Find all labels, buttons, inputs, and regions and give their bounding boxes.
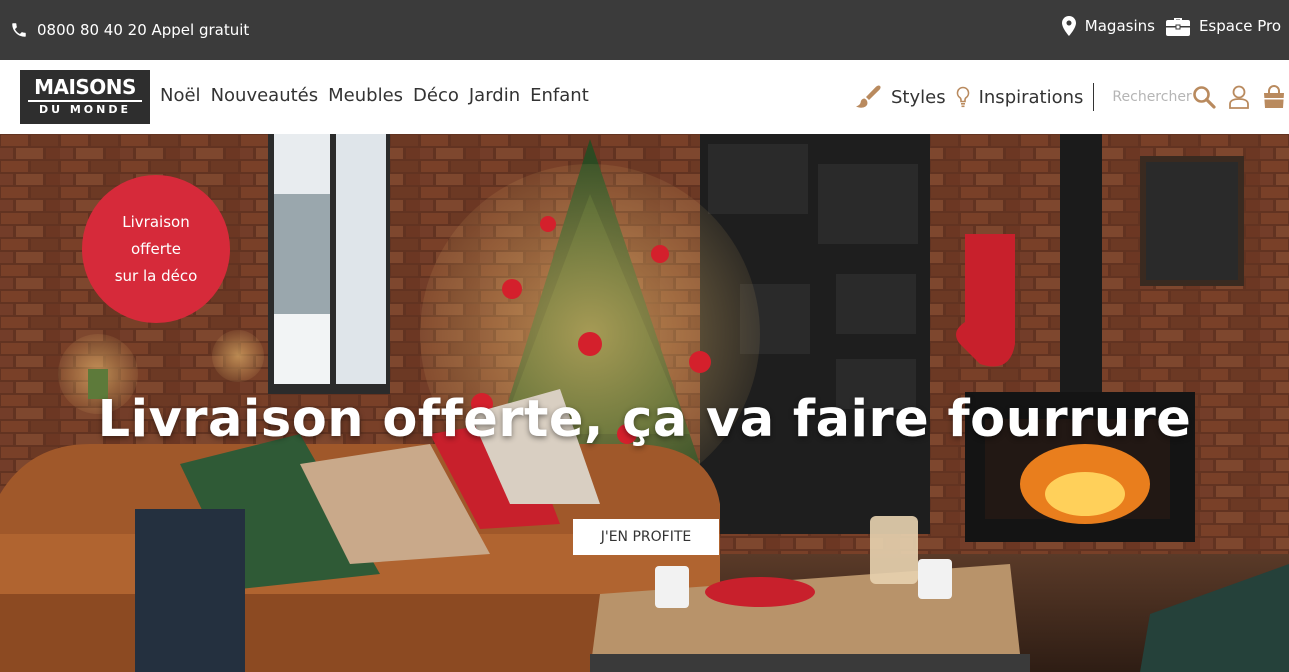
user-icon (1229, 85, 1250, 109)
map-pin-icon (1061, 16, 1076, 36)
category-menu: Noël Nouveautés Meubles Déco Jardin Enfa… (160, 85, 599, 106)
badge-line2: offerte (130, 239, 182, 258)
inspirations-label: Inspirations (978, 86, 1084, 108)
shopping-bag-icon (1264, 85, 1285, 108)
free-delivery-badge: Livraison offerte sur la déco (82, 175, 230, 323)
pro-label: Espace Pro (1198, 17, 1281, 35)
hero-headline: Livraison offerte, ça va faire fourrure (97, 390, 1192, 449)
search-box (1112, 85, 1217, 109)
search-input[interactable] (1112, 89, 1193, 105)
styles-link[interactable]: Styles (856, 85, 946, 109)
menu-item-deco[interactable]: Déco (413, 85, 459, 106)
stores-link[interactable]: Magasins (1061, 16, 1155, 36)
phone-link[interactable]: 0800 80 40 20 Appel gratuit (10, 19, 249, 41)
menu-item-enfant[interactable]: Enfant (530, 85, 589, 106)
logo-divider (28, 100, 142, 102)
menu-item-nouveautes[interactable]: Nouveautés (211, 85, 319, 106)
top-bar: 0800 80 40 20 Appel gratuit Magasins Esp… (0, 0, 1289, 60)
briefcase-icon (1165, 18, 1190, 36)
nav-divider (1093, 83, 1095, 111)
cta-button[interactable]: J'EN PROFITE (573, 519, 719, 555)
pro-space-link[interactable]: Espace Pro (1165, 16, 1281, 36)
logo-line2: DU MONDE (38, 103, 132, 116)
main-navigation: MAISONS DU MONDE Noël Nouveautés Meubles… (0, 60, 1289, 134)
site-logo[interactable]: MAISONS DU MONDE (20, 70, 150, 124)
search-icon (1193, 86, 1217, 109)
hero-banner[interactable]: Livraison offerte sur la déco Livraison … (0, 134, 1289, 672)
inspirations-link[interactable]: Inspirations (956, 86, 1084, 108)
account-button[interactable] (1228, 85, 1250, 109)
logo-line1: MAISONS (34, 75, 136, 99)
lightbulb-icon (956, 86, 969, 108)
search-button[interactable] (1192, 85, 1217, 109)
menu-item-meubles[interactable]: Meubles (328, 85, 403, 106)
phone-text: 0800 80 40 20 Appel gratuit (37, 21, 250, 39)
menu-item-noel[interactable]: Noël (160, 85, 201, 106)
cart-button[interactable] (1262, 85, 1286, 109)
menu-item-jardin[interactable]: Jardin (469, 85, 520, 106)
styles-label: Styles (891, 86, 946, 108)
phone-icon (12, 23, 26, 37)
badge-line1: Livraison (122, 212, 190, 231)
badge-line3: sur la déco (114, 266, 198, 285)
stores-label: Magasins (1084, 17, 1155, 35)
paintbrush-icon (856, 85, 881, 108)
